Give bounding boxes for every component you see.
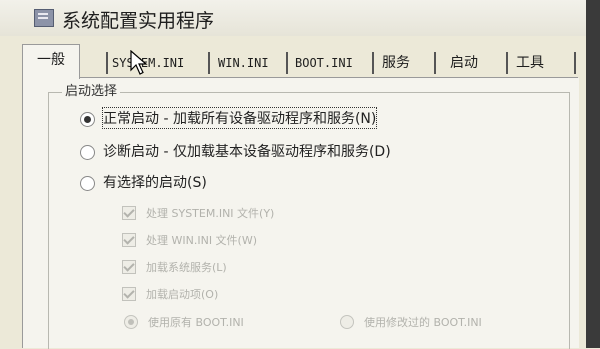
- tab-separator: [208, 52, 210, 74]
- tab-label: SYSTEM.INI: [112, 56, 185, 70]
- tab-strip: 一般 SYSTEM.INI WIN.INI BOOT.INI 服务 启动 工具: [22, 44, 582, 79]
- label-selective-startup[interactable]: 有选择的启动(S): [103, 172, 207, 192]
- tab-separator: [372, 52, 374, 74]
- label-load-system-services: 加载系统服务(L): [146, 261, 227, 274]
- label-normal-startup[interactable]: 正常启动 - 加载所有设备驱动程序和服务(N): [101, 107, 378, 129]
- tab-label: 启动: [450, 55, 478, 71]
- window-edge: [586, 0, 600, 348]
- radio-modified-boot-ini: [340, 315, 354, 329]
- tab-separator: [106, 52, 108, 74]
- label-original-boot-ini: 使用原有 BOOT.INI: [148, 316, 244, 329]
- tab-services[interactable]: 服务: [382, 50, 410, 76]
- label-process-system-ini: 处理 SYSTEM.INI 文件(Y): [146, 207, 275, 220]
- tab-separator: [574, 52, 576, 74]
- tab-general[interactable]: 一般: [22, 44, 80, 79]
- tab-separator: [506, 52, 508, 74]
- checkbox-load-system-services: [122, 260, 136, 274]
- label-process-win-ini: 处理 WIN.INI 文件(W): [146, 234, 258, 247]
- tab-separator: [434, 52, 436, 74]
- msconfig-app-icon: [34, 9, 54, 27]
- tab-tools[interactable]: 工具: [516, 50, 544, 76]
- window-title: 系统配置实用程序: [62, 10, 215, 32]
- radio-normal-startup[interactable]: [80, 112, 95, 127]
- tab-system-ini[interactable]: SYSTEM.INI: [112, 50, 184, 76]
- label-diagnostic-startup[interactable]: 诊断启动 - 仅加载基本设备驱动程序和服务(D): [103, 141, 391, 161]
- startup-selection-group: [48, 92, 570, 349]
- radio-selective-startup[interactable]: [80, 176, 95, 191]
- label-load-startup-items: 加载启动项(O): [146, 288, 219, 301]
- group-label-startup: 启动选择: [62, 80, 121, 99]
- tab-label: 工具: [516, 55, 544, 71]
- title-bar: 系统配置实用程序: [0, 0, 600, 36]
- radio-original-boot-ini: [124, 315, 138, 329]
- tab-boot-ini[interactable]: BOOT.INI: [295, 50, 353, 76]
- tab-label: 服务: [382, 55, 410, 71]
- radio-diagnostic-startup[interactable]: [80, 145, 95, 160]
- tab-separator: [286, 52, 288, 74]
- checkbox-process-system-ini: [122, 206, 136, 220]
- tab-win-ini[interactable]: WIN.INI: [218, 50, 269, 76]
- mouse-pointer-icon: [130, 50, 148, 75]
- checkbox-process-win-ini: [122, 233, 136, 247]
- checkbox-load-startup-items: [122, 287, 136, 301]
- tab-startup[interactable]: 启动: [450, 50, 478, 76]
- label-modified-boot-ini: 使用修改过的 BOOT.INI: [364, 316, 482, 329]
- tab-label: 一般: [37, 52, 65, 68]
- tab-label: WIN.INI: [218, 56, 269, 70]
- tab-label: BOOT.INI: [295, 56, 353, 70]
